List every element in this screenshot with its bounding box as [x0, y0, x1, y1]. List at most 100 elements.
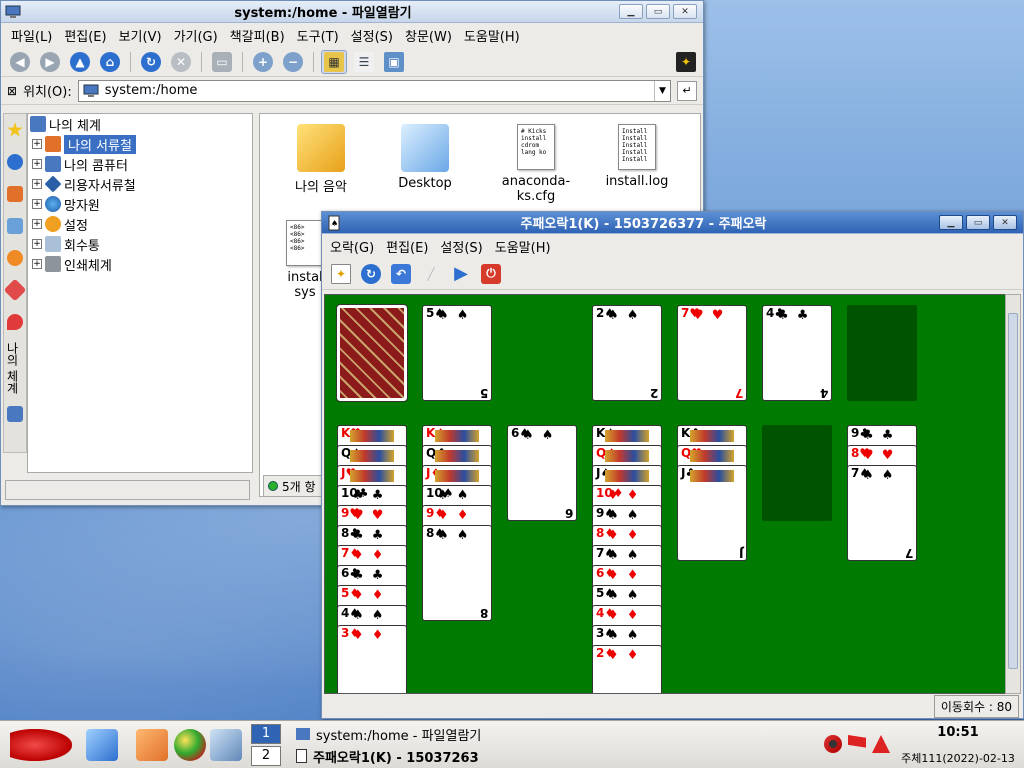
expand-icon[interactable]: +	[32, 239, 42, 249]
maximize-button[interactable]: ▭	[646, 4, 670, 19]
quit-button[interactable]: ⏻	[478, 262, 504, 286]
back-button[interactable]: ◀	[7, 50, 33, 74]
icon-view-button[interactable]: ▦	[321, 49, 347, 74]
menu-window[interactable]: 창문(W)	[399, 26, 458, 45]
demo-button[interactable]: ▶	[448, 262, 474, 286]
go-button[interactable]: ↵	[677, 80, 697, 101]
task-solitaire[interactable]: 주패오락1(K) - 15037263	[296, 746, 492, 766]
file-manager-titlebar[interactable]: system:/home - 파일열람기 ▁ ▭ ✕	[1, 1, 703, 23]
desktop-1-button[interactable]: 1	[251, 724, 281, 744]
tree-item-network[interactable]: + 망자원	[28, 194, 252, 214]
foundation-pile[interactable]: 4♣ ♣ ♣ 4	[762, 305, 832, 401]
file-item[interactable]: # Kicks install cdrom lang ko anaconda-ks.c…	[486, 124, 586, 204]
office-launcher-icon[interactable]	[136, 729, 168, 761]
expand-icon[interactable]: +	[32, 259, 42, 269]
file-item[interactable]: Desktop	[380, 124, 470, 191]
home-tab[interactable]	[4, 178, 26, 210]
menu-game[interactable]: 오락(G)	[324, 237, 380, 256]
restart-button[interactable]: ↻	[358, 262, 384, 286]
expand-icon[interactable]: +	[32, 219, 42, 229]
expand-icon[interactable]: +	[32, 179, 42, 189]
minimize-button[interactable]: ▁	[619, 4, 643, 19]
bookmarks-tab[interactable]	[4, 114, 26, 146]
menu-go[interactable]: 가기(G)	[168, 26, 224, 45]
network-tab[interactable]	[4, 210, 26, 242]
image-view-button[interactable]: ▣	[381, 50, 407, 74]
menu-bookmarks[interactable]: 책갈피(B)	[224, 26, 291, 45]
sidebar-tab-system[interactable]: 나의 체계	[4, 338, 21, 398]
file-item[interactable]: Install Install Install Install Install inst…	[592, 124, 682, 189]
foundation-pile[interactable]: 2♠ ♠ ♠ 2	[592, 305, 662, 401]
detail-view-button[interactable]: ☰	[351, 50, 377, 74]
undo-button[interactable]: ↶	[388, 262, 414, 286]
waste-pile[interactable]: 5♠ ♠ ♠ 5	[422, 305, 492, 401]
stock-pile[interactable]	[336, 304, 408, 402]
menu-tools[interactable]: 도구(T)	[291, 26, 345, 45]
vertical-scrollbar[interactable]	[1005, 294, 1021, 694]
system-launcher-icon[interactable]	[210, 729, 242, 761]
tableau-card[interactable]: 6♠ ♠ ♠ 6	[507, 425, 577, 521]
computer-icon	[7, 406, 23, 422]
editor-launcher-icon[interactable]	[86, 729, 118, 761]
clock[interactable]: 10:51 주체111(2022)-02-13	[896, 725, 1020, 766]
print-button[interactable]: ▭	[209, 50, 235, 74]
chevron-down-icon[interactable]: ▼	[654, 80, 670, 101]
browser-launcher-icon[interactable]	[174, 729, 206, 761]
new-game-button[interactable]: ✦	[328, 262, 354, 286]
tree-item-user-folders[interactable]: + 리용자서류철	[28, 174, 252, 194]
tableau-card[interactable]: 2♦♦ ♦2	[592, 645, 662, 693]
solitaire-titlebar[interactable]: ♠ 주패오락1(K) - 1503726377 - 주패오락 ▁ ▭ ✕	[322, 212, 1023, 234]
foundation-empty-slot[interactable]	[847, 305, 917, 401]
desktop-2-button[interactable]: 2	[251, 746, 281, 766]
alert-icon[interactable]	[872, 735, 890, 753]
tree-item-my-system[interactable]: 나의 체계	[28, 114, 252, 134]
close-button[interactable]: ✕	[673, 4, 697, 19]
tableau-card[interactable]: 3♦♦ ♦3	[337, 625, 407, 693]
close-button[interactable]: ✕	[993, 215, 1017, 230]
up-button[interactable]: ▲	[67, 50, 93, 74]
volume-muted-icon[interactable]	[824, 735, 842, 753]
tableau-card[interactable]: J♣ J	[677, 465, 747, 561]
expand-icon[interactable]: +	[32, 139, 42, 149]
task-file-manager[interactable]: system:/home - 파일열람기	[296, 724, 492, 744]
file-item[interactable]: 나의 음악	[276, 124, 366, 195]
reload-button[interactable]: ↻	[138, 50, 164, 74]
location-input[interactable]: system:/home ▼	[77, 79, 671, 102]
menu-help[interactable]: 도움말(H)	[489, 237, 557, 256]
menu-settings[interactable]: 설정(S)	[345, 26, 399, 45]
tableau-card[interactable]: 8♠ ♠ ♠ 8	[422, 525, 492, 621]
hint-button[interactable]: ╱	[418, 262, 444, 286]
scroll-thumb[interactable]	[1008, 313, 1018, 669]
zoom-in-button[interactable]: +	[250, 50, 276, 74]
tree-item-settings[interactable]: + 설정	[28, 214, 252, 234]
foundation-pile[interactable]: 7♥ ♥ ♥ 7	[677, 305, 747, 401]
home-button[interactable]: ⌂	[97, 50, 123, 74]
root-tab[interactable]	[4, 306, 26, 338]
media-tab[interactable]	[3, 274, 27, 306]
menu-view[interactable]: 보기(V)	[113, 26, 168, 45]
zoom-out-button[interactable]: −	[280, 50, 306, 74]
menu-edit[interactable]: 편집(E)	[58, 26, 112, 45]
menu-file[interactable]: 파일(L)	[5, 26, 58, 45]
stop-button[interactable]: ✕	[168, 50, 194, 74]
tree-item-trash[interactable]: + 회수통	[28, 234, 252, 254]
history-tab[interactable]	[4, 146, 26, 178]
tree-item-my-computer[interactable]: + 나의 콤퓨터	[28, 154, 252, 174]
services-tab[interactable]	[4, 242, 26, 274]
tableau-card[interactable]: 7♠♠ ♠7	[847, 465, 917, 561]
clear-location-icon[interactable]: ⊠	[7, 84, 17, 98]
forward-button[interactable]: ▶	[37, 50, 63, 74]
maximize-button[interactable]: ▭	[966, 215, 990, 230]
menu-edit[interactable]: 편집(E)	[380, 237, 434, 256]
menu-settings[interactable]: 설정(S)	[434, 237, 488, 256]
tableau-empty-slot[interactable]	[762, 425, 832, 521]
tree-item-printers[interactable]: + 인쇄체계	[28, 254, 252, 274]
menu-help[interactable]: 도움말(H)	[458, 26, 526, 45]
expand-icon[interactable]: +	[32, 159, 42, 169]
system-tab[interactable]	[4, 398, 26, 430]
minimize-button[interactable]: ▁	[939, 215, 963, 230]
tree-item-my-documents[interactable]: + 나의 서류철	[28, 134, 252, 154]
start-menu-button[interactable]	[10, 729, 72, 761]
flag-icon[interactable]	[848, 735, 866, 748]
expand-icon[interactable]: +	[32, 199, 42, 209]
